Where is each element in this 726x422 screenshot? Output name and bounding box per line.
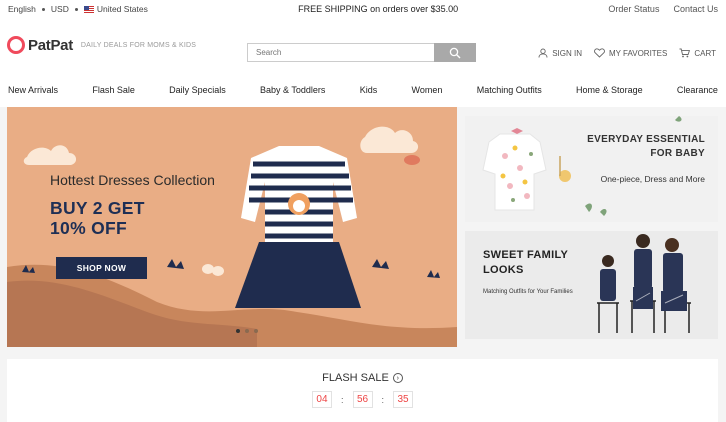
baby-essentials-title-line1: EVERYDAY ESSENTIAL <box>587 134 705 145</box>
carousel-dots <box>236 329 258 333</box>
arrow-right-icon: › <box>392 373 403 383</box>
hero-deal-line1: BUY 2 GET <box>50 198 145 218</box>
flash-sale-heading[interactable]: FLASH SALE › <box>7 372 718 384</box>
nav-clearance[interactable]: Clearance <box>677 85 718 95</box>
hero-banner[interactable]: Hottest Dresses Collection BUY 2 GET 10%… <box>7 107 457 347</box>
site-header: PatPat DAILY DEALS FOR MOMS & KIDS SIGN … <box>0 18 726 72</box>
nav-daily-specials[interactable]: Daily Specials <box>169 85 226 95</box>
nav-new-arrivals[interactable]: New Arrivals <box>8 85 58 95</box>
carousel-dot[interactable] <box>245 329 249 333</box>
hero-deal-line2: 10% OFF <box>50 218 127 238</box>
timer-separator: : <box>381 394 385 405</box>
nav-flash-sale[interactable]: Flash Sale <box>92 85 135 95</box>
cart-icon <box>679 48 691 58</box>
main-nav: New Arrivals Flash Sale Daily Specials B… <box>0 72 726 107</box>
nav-matching-outfits[interactable]: Matching Outfits <box>477 85 542 95</box>
order-status-link[interactable]: Order Status <box>608 4 659 14</box>
heart-icon <box>594 48 605 58</box>
search-icon <box>449 47 461 58</box>
nav-home-storage[interactable]: Home & Storage <box>576 85 643 95</box>
logo-icon <box>7 36 25 54</box>
tagline: DAILY DEALS FOR MOMS & KIDS <box>80 41 197 49</box>
search-button[interactable] <box>434 43 476 62</box>
family-looks-title-line1: SWEET FAMILY <box>483 249 569 261</box>
timer-hours: 04 <box>311 391 332 408</box>
search-bar <box>247 43 476 62</box>
country-label: United States <box>96 4 148 14</box>
language-selector[interactable]: English <box>8 4 36 14</box>
nav-kids[interactable]: Kids <box>360 85 378 95</box>
logo-text: PatPat <box>28 36 73 54</box>
locale-selector: English USD United States <box>8 4 148 14</box>
timer-separator: : <box>340 394 344 405</box>
hero-title: Hottest Dresses Collection <box>50 172 215 188</box>
flash-sale-section: FLASH SALE › 04 : 56 : 35 <box>7 359 718 422</box>
timer-seconds: 35 <box>393 391 414 408</box>
countdown-timer: 04 : 56 : 35 <box>7 391 718 408</box>
separator-dot <box>41 7 45 11</box>
nav-women[interactable]: Women <box>412 85 443 95</box>
favorites-link[interactable]: MY FAVORITES <box>594 48 667 58</box>
family-looks-banner[interactable]: SWEET FAMILY LOOKS Matching Outfits for … <box>465 231 718 339</box>
contact-us-link[interactable]: Contact Us <box>673 4 718 14</box>
carousel-dot[interactable] <box>236 329 240 333</box>
cart-link[interactable]: CART <box>679 48 716 58</box>
top-bar: English USD United States FREE SHIPPING … <box>0 0 726 18</box>
country-selector[interactable]: United States <box>83 4 148 14</box>
sign-in-label: SIGN IN <box>552 48 582 58</box>
baby-essentials-title-line2: FOR BABY <box>650 148 705 159</box>
cart-label: CART <box>694 48 716 58</box>
flash-sale-title: FLASH SALE <box>322 372 389 384</box>
hero-deal: BUY 2 GET 10% OFF <box>50 198 145 238</box>
shipping-promo: FREE SHIPPING on orders over $35.00 <box>298 4 459 14</box>
search-input[interactable] <box>247 43 434 62</box>
user-icon <box>538 48 548 58</box>
baby-essentials-banner[interactable]: EVERYDAY ESSENTIAL FOR BABY One-piece, D… <box>465 116 718 222</box>
currency-selector[interactable]: USD <box>51 4 69 14</box>
banner-area: Hottest Dresses Collection BUY 2 GET 10%… <box>0 107 726 348</box>
family-looks-title: SWEET FAMILY LOOKS <box>483 248 568 278</box>
baby-essentials-subtitle: One-piece, Dress and More <box>600 174 705 184</box>
family-looks-subtitle: Matching Outfits for Your Families <box>483 289 573 295</box>
nav-baby-toddlers[interactable]: Baby & Toddlers <box>260 85 325 95</box>
shop-now-button[interactable]: SHOP NOW <box>56 257 147 279</box>
baby-essentials-title: EVERYDAY ESSENTIAL FOR BABY <box>587 133 705 161</box>
sign-in-link[interactable]: SIGN IN <box>538 48 582 58</box>
family-looks-title-line2: LOOKS <box>483 264 524 276</box>
baby-clothes-illustration <box>482 116 682 216</box>
carousel-dot[interactable] <box>254 329 258 333</box>
timer-minutes: 56 <box>352 391 373 408</box>
separator-dot <box>74 7 78 11</box>
us-flag-icon <box>83 6 94 13</box>
patpat-logo[interactable]: PatPat <box>7 36 73 54</box>
favorites-label: MY FAVORITES <box>608 48 668 58</box>
